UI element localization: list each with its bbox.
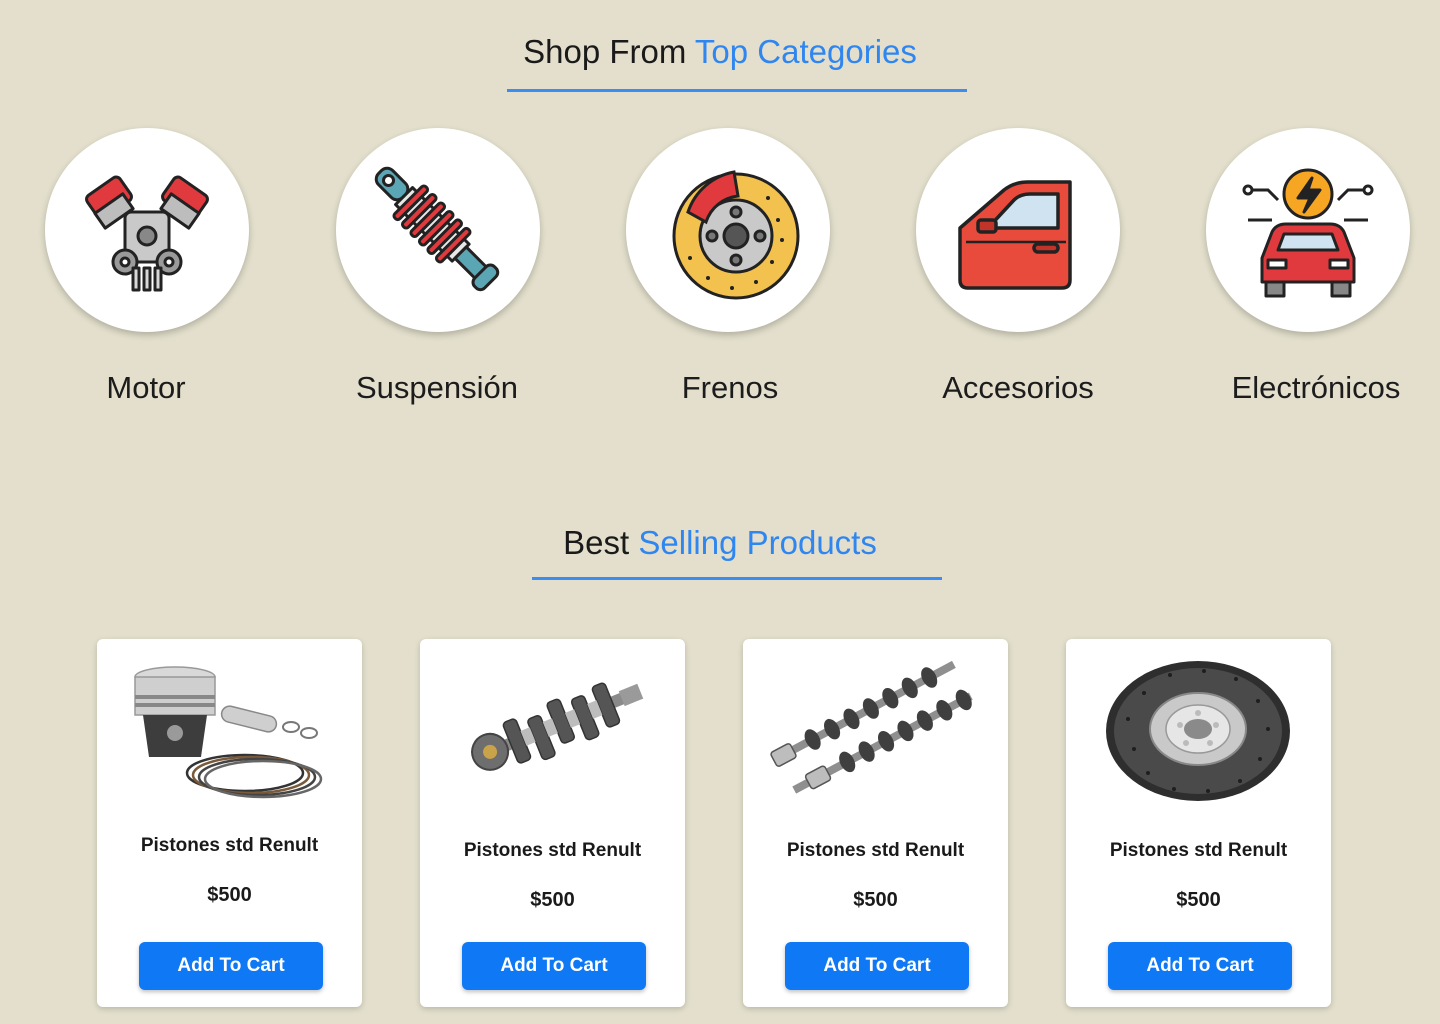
product-card[interactable]: Pistones std Renult $500 Add To Cart [420, 639, 685, 1007]
engine-icon [45, 128, 249, 332]
products-heading-accent: Selling Products [638, 524, 877, 561]
car-door-icon [916, 128, 1120, 332]
product-price: $500 [1176, 889, 1221, 911]
electric-car-icon [1206, 128, 1410, 332]
product-price: $500 [207, 884, 252, 906]
category-label: Electrónicos [1231, 370, 1401, 405]
categories-heading-underline [507, 89, 967, 92]
categories-heading-prefix: Shop From [523, 33, 687, 70]
products-heading-prefix: Best [563, 524, 630, 561]
product-name: Pistones std Renult [140, 835, 319, 856]
brake-disc-icon [626, 128, 830, 332]
piston-kit-image [134, 666, 323, 799]
product-name: Pistones std Renult [786, 840, 965, 861]
category-label: Motor [106, 370, 186, 405]
product-name: Pistones std Renult [1109, 840, 1288, 861]
category-label: Suspensión [355, 370, 518, 405]
categories-heading-accent: Top Categories [694, 33, 917, 70]
shock-absorber-icon [336, 128, 540, 332]
camshaft-image [770, 660, 973, 794]
product-name: Pistones std Renult [463, 840, 642, 861]
add-to-cart-button[interactable]: Add To Cart [139, 942, 323, 990]
product-price: $500 [853, 889, 898, 911]
product-card[interactable]: Pistones std Renult $500 Add To Cart [743, 639, 1008, 1007]
add-to-cart-button[interactable]: Add To Cart [785, 942, 969, 990]
product-card[interactable]: Pistones std Renult $500 Add To Cart [1066, 639, 1331, 1007]
brake-rotor-image [1106, 661, 1290, 801]
category-label: Frenos [681, 370, 779, 405]
products-heading: Best Selling Products [0, 524, 1440, 562]
product-price: $500 [530, 889, 575, 911]
add-to-cart-button[interactable]: Add To Cart [1108, 942, 1292, 990]
add-to-cart-button[interactable]: Add To Cart [462, 942, 646, 990]
products-heading-underline [532, 577, 942, 580]
category-label: Accesorios [942, 370, 1094, 405]
crankshaft-image [471, 682, 644, 771]
product-card[interactable]: Pistones std Renult $500 Add To Cart [97, 639, 362, 1007]
categories-heading: Shop From Top Categories [0, 33, 1440, 71]
